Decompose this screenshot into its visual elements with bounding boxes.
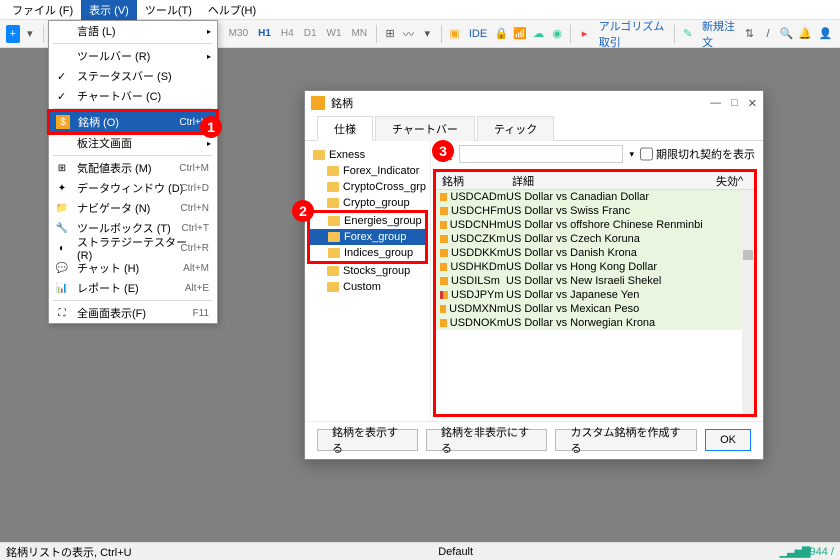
chart-icon[interactable]: ▾ [419,23,436,45]
tree-item[interactable]: Energies_group [310,213,425,229]
menu-nav[interactable]: 📁ナビゲータ (N)Ctrl+N [49,198,217,218]
tree-item[interactable]: Indices_group [310,245,425,261]
custom-button[interactable]: カスタム銘柄を作成する [555,429,697,451]
ide-icon[interactable]: ▣ [446,23,463,45]
search-icon[interactable]: 🔍 [778,23,795,45]
line-icon[interactable]: 〰 [400,23,417,45]
dialog-icon [311,96,325,110]
menu-chartbar[interactable]: ✓チャートバー (C) [49,86,217,106]
symbol-tree: Exness Forex_Indicator CryptoCross_grp C… [305,141,431,421]
table-row[interactable]: USDCADmUS Dollar vs Canadian Dollar [436,190,754,204]
menu-view[interactable]: 表示 (V) [81,0,137,20]
tree-root[interactable]: Exness [309,147,426,163]
refresh-icon[interactable]: / [760,23,777,45]
tree-item[interactable]: Crypto_group [309,195,426,211]
tf-w1[interactable]: W1 [323,28,346,39]
candle-icon[interactable]: ⊞ [382,23,399,45]
statusbar: 銘柄リストの表示, Ctrl+U Default ▁▃▅▇ 944 / [0,542,840,560]
table-row[interactable]: USDCHFmUS Dollar vs Swiss Franc [436,204,754,218]
dialog-tabs: 仕様 チャートバー ティック [305,115,763,141]
table-row[interactable]: USDCZKmUS Dollar vs Czech Koruna [436,232,754,246]
menu-file[interactable]: ファイル (F) [4,0,81,20]
account-icon[interactable]: 👤 [817,23,834,45]
menu-market[interactable]: ⊞気配値表示 (M)Ctrl+M [49,158,217,178]
menu-report[interactable]: 📊レポート (E)Alt+E [49,278,217,298]
lock-icon[interactable]: 🔒 [493,23,510,45]
algo-label[interactable]: アルゴリズム取引 [595,18,669,50]
connection-icon: ▁▃▅▇ [780,545,810,558]
menu-strategy[interactable]: ◐ストラテジーテスター (R)Ctrl+R [49,238,217,258]
menu-symbols[interactable]: $銘柄 (O)Ctrl+U [50,112,216,132]
tf-m30[interactable]: M30 [225,28,252,39]
menu-lang[interactable]: 言語 (L)▸ [49,21,217,41]
menu-toolbar[interactable]: ツールバー (R)▸ [49,46,217,66]
ide-label[interactable]: IDE [465,28,491,40]
bell-icon[interactable]: 🔔 [797,23,814,45]
tf-d1[interactable]: D1 [300,28,321,39]
table-row[interactable]: USDNOKmUS Dollar vs Norwegian Krona [436,316,754,330]
menu-chat[interactable]: 💬チャット (H)Alt+M [49,258,217,278]
maximize-icon[interactable]: □ [731,97,738,110]
table-row[interactable]: USDDKKmUS Dollar vs Danish Krona [436,246,754,260]
close-icon[interactable]: ✕ [748,97,757,110]
show-button[interactable]: 銘柄を表示する [317,429,418,451]
expired-checkbox[interactable] [640,145,653,163]
menu-help[interactable]: ヘルプ(H) [200,0,264,20]
tree-item[interactable]: Custom [309,279,426,295]
cloud-icon[interactable]: ☁ [530,23,547,45]
menu-fullscreen[interactable]: ⛶全画面表示(F)F11 [49,303,217,323]
dialog-titlebar: 銘柄 — □ ✕ [305,91,763,115]
algo-icon[interactable]: ▸ [576,23,593,45]
annotation-3: 3 [432,140,454,162]
tree-item[interactable]: Forex_Indicator [309,163,426,179]
menu-statusbar[interactable]: ✓ステータスバー (S) [49,66,217,86]
status-right: 944 / [810,546,834,558]
globe-icon[interactable]: ◉ [549,23,566,45]
table-row[interactable]: USDMXNmUS Dollar vs Mexican Peso [436,302,754,316]
dialog-title: 銘柄 [331,95,353,111]
new-order-icon[interactable]: ✎ [679,23,696,45]
chart-list-icon[interactable]: ▾ [22,23,39,45]
menu-tool[interactable]: ツール(T) [137,0,200,20]
search-input[interactable] [459,145,624,163]
table-row[interactable]: USDHKDmUS Dollar vs Hong Kong Dollar [436,260,754,274]
tf-h1[interactable]: H1 [254,28,275,39]
menu-data[interactable]: ✦データウィンドウ (D)Ctrl+D [49,178,217,198]
hide-button[interactable]: 銘柄を非表示にする [426,429,547,451]
ok-button[interactable]: OK [705,429,751,451]
annotation-2: 2 [292,200,314,222]
table-row[interactable]: USDCNHmUS Dollar vs offshore Chinese Ren… [436,218,754,232]
table-row[interactable]: USDJPYmUS Dollar vs Japanese Yen [436,288,754,302]
col-fail[interactable]: 失効 ^ [710,172,754,189]
col-desc[interactable]: 詳細 [506,172,710,189]
trade-icon[interactable]: ⇅ [741,23,758,45]
annotation-1: 1 [200,116,222,138]
tf-mn[interactable]: MN [348,28,372,39]
minimize-icon[interactable]: — [710,97,721,110]
new-chart-icon[interactable]: + [6,25,20,43]
tab-chart[interactable]: チャートバー [375,116,475,141]
col-symbol[interactable]: 銘柄 [436,172,506,189]
tree-item[interactable]: Stocks_group [309,263,426,279]
status-center: Default [438,546,473,558]
symbol-table: 銘柄 詳細 失効 ^ USDCADmUS Dollar vs Canadian … [433,169,757,417]
table-row[interactable]: USDILSmUS Dollar vs New Israeli Shekel [436,274,754,288]
symbols-dialog: 銘柄 — □ ✕ 仕様 チャートバー ティック Exness Forex_Ind… [304,90,764,460]
status-left: 銘柄リストの表示, Ctrl+U [6,544,132,560]
signal-icon[interactable]: 📶 [512,23,529,45]
view-dropdown: 言語 (L)▸ ツールバー (R)▸ ✓ステータスバー (S) ✓チャートバー … [48,20,218,324]
menu-depth[interactable]: 板注文画面▸ [49,133,217,153]
tf-h4[interactable]: H4 [277,28,298,39]
tree-item[interactable]: CryptoCross_grp [309,179,426,195]
tree-item-forex[interactable]: Forex_group [310,229,425,245]
tab-spec[interactable]: 仕様 [317,116,373,141]
scrollbar[interactable] [742,190,754,414]
tab-tick[interactable]: ティック [477,116,554,141]
new-order-label[interactable]: 新規注文 [698,18,739,50]
